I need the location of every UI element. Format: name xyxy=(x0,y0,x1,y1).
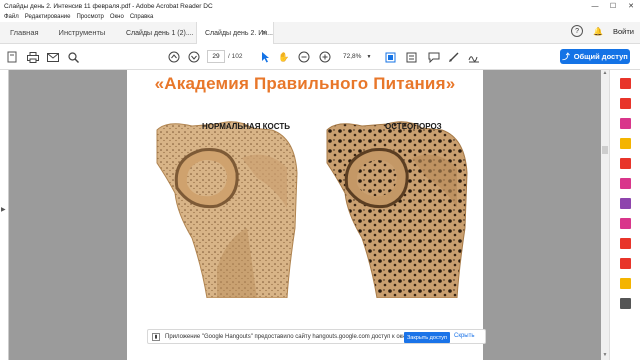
normal-bone-label: НОРМАЛЬНАЯ КОСТЬ xyxy=(202,122,290,131)
right-tools-panel xyxy=(609,70,640,360)
draw-icon[interactable] xyxy=(447,50,461,64)
toolbar: 29 / 102 ✋ 72,8% ▼ ⤴ Общий доступ xyxy=(0,44,640,70)
export-pdf-icon[interactable] xyxy=(620,78,631,89)
create-pdf-tool-icon[interactable] xyxy=(620,98,631,109)
send-for-review-icon[interactable] xyxy=(620,258,631,269)
zoom-value: 72,8% xyxy=(343,53,362,60)
search-icon[interactable] xyxy=(66,50,80,64)
maximize-button[interactable]: ☐ xyxy=(604,0,622,12)
help-icon[interactable]: ? xyxy=(571,25,584,37)
osteoporosis-bone-image xyxy=(326,121,468,298)
notice-text: Приложение "Google Hangouts" предоставил… xyxy=(165,333,410,340)
menu-bar: Файл Редактирование Просмотр Окно Справк… xyxy=(0,12,640,22)
organize-pages-icon[interactable] xyxy=(620,178,631,189)
read-mode-icon[interactable] xyxy=(404,50,418,64)
menu-file[interactable]: Файл xyxy=(4,14,19,20)
signin-link[interactable]: Войти xyxy=(613,27,634,36)
select-cursor-icon[interactable] xyxy=(258,50,272,64)
fill-sign-icon[interactable] xyxy=(620,198,631,209)
tab-bar: Главная Инструменты Слайды день 1 (2)...… xyxy=(0,22,640,44)
share-icon: ⤴ xyxy=(562,52,570,61)
scroll-thumb[interactable] xyxy=(602,146,608,154)
share-label: Общий доступ xyxy=(573,52,628,61)
left-panel-strip: ▶ xyxy=(0,70,9,360)
chevron-down-icon: ▼ xyxy=(366,53,372,60)
hide-notice-link[interactable]: Скрыть xyxy=(454,333,474,339)
slide-title: «Академия Правильного Питания» xyxy=(154,74,456,93)
scroll-up-icon[interactable]: ▲ xyxy=(601,70,609,78)
zoom-out-icon[interactable] xyxy=(297,50,311,64)
menu-view[interactable]: Просмотр xyxy=(76,14,103,20)
page-total: / 102 xyxy=(228,53,243,60)
sign-icon[interactable] xyxy=(467,50,481,64)
scroll-down-icon[interactable]: ▼ xyxy=(601,352,609,360)
window-titlebar: Слайды день 2. Интенсив 11 февраля.pdf -… xyxy=(0,0,640,12)
edit-pdf-icon[interactable] xyxy=(620,118,631,129)
minimize-button[interactable]: — xyxy=(586,0,604,12)
create-pdf-icon[interactable] xyxy=(5,50,19,64)
window-controls: — ☐ ✕ xyxy=(586,0,640,12)
menu-window[interactable]: Окно xyxy=(110,14,124,20)
more-tools-icon[interactable] xyxy=(620,278,631,289)
doc-tab-2[interactable]: Слайды день 2. Ин... ✕ xyxy=(196,22,274,44)
osteoporosis-label: ОСТЕОПОРОЗ xyxy=(385,122,442,131)
doc-tab-label: Слайды день 1 (2).... xyxy=(126,29,194,37)
screen-share-notice: ▮ Приложение "Google Hangouts" предостав… xyxy=(147,329,486,344)
window-title: Слайды день 2. Интенсив 11 февраля.pdf -… xyxy=(4,2,213,10)
page-up-icon[interactable] xyxy=(167,50,181,64)
hand-tool-icon[interactable]: ✋ xyxy=(277,50,291,64)
combine-files-icon[interactable] xyxy=(620,158,631,169)
normal-bone-image xyxy=(156,121,298,298)
protect-icon[interactable] xyxy=(620,218,631,229)
tab-tools[interactable]: Инструменты xyxy=(49,28,116,37)
window-share-icon: ▮ xyxy=(152,332,160,341)
email-icon[interactable] xyxy=(46,50,60,64)
close-tab-icon[interactable]: ✕ xyxy=(261,29,267,37)
page-down-icon[interactable] xyxy=(187,50,201,64)
document-canvas: «Академия Правильного Питания» НОРМАЛЬНА… xyxy=(9,70,601,360)
tab-home[interactable]: Главная xyxy=(0,28,49,37)
stop-sharing-button[interactable]: Закрыть доступ xyxy=(404,332,450,343)
compress-icon[interactable] xyxy=(620,238,631,249)
pdf-page: «Академия Правильного Питания» НОРМАЛЬНА… xyxy=(127,70,483,360)
fit-page-icon[interactable] xyxy=(383,50,397,64)
doc-tab-1[interactable]: Слайды день 1 (2).... xyxy=(118,22,196,44)
vertical-scrollbar[interactable]: ▲ ▼ xyxy=(601,70,609,360)
tools-menu-icon[interactable] xyxy=(620,298,631,309)
zoom-in-icon[interactable] xyxy=(318,50,332,64)
tab-bar-right: ? 🔔 Войти xyxy=(571,25,634,37)
comment-icon[interactable] xyxy=(427,50,441,64)
comment-tool-icon[interactable] xyxy=(620,138,631,149)
notifications-icon[interactable]: 🔔 xyxy=(593,27,603,36)
expand-left-panel-icon[interactable]: ▶ xyxy=(1,206,6,213)
page-number-input[interactable]: 29 xyxy=(207,50,225,63)
zoom-select[interactable]: 72,8% ▼ xyxy=(340,50,376,63)
print-icon[interactable] xyxy=(26,50,40,64)
menu-edit[interactable]: Редактирование xyxy=(25,14,71,20)
menu-help[interactable]: Справка xyxy=(130,14,154,20)
close-window-button[interactable]: ✕ xyxy=(622,0,640,12)
share-button[interactable]: ⤴ Общий доступ xyxy=(560,49,630,64)
